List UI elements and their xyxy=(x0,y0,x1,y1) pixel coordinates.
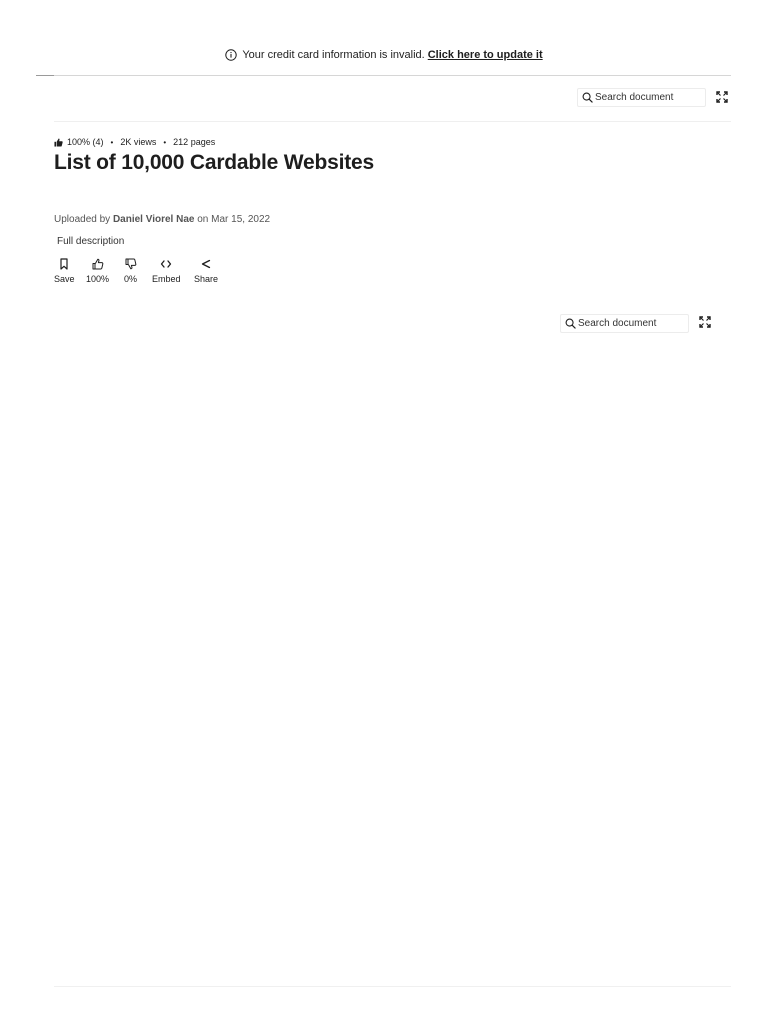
search-icon xyxy=(582,92,593,103)
uploaded-by-label: Uploaded by xyxy=(54,214,111,225)
separator-dot: • xyxy=(110,137,114,147)
info-icon xyxy=(225,49,238,61)
footer-divider xyxy=(54,986,731,987)
update-card-link[interactable]: Click here to update it xyxy=(428,49,543,61)
fullscreen-icon[interactable] xyxy=(699,316,711,328)
bookmark-icon xyxy=(60,258,68,270)
embed-label: Embed xyxy=(152,274,181,284)
author-link[interactable]: Daniel Viorel Nae xyxy=(113,214,195,225)
document-title: List of 10,000 Cardable Websites xyxy=(54,151,375,174)
top-search-box[interactable] xyxy=(577,88,706,107)
share-icon xyxy=(201,259,211,269)
embed-button[interactable]: Embed xyxy=(152,258,181,284)
share-button[interactable]: Share xyxy=(194,258,218,284)
upload-info: Uploaded by Daniel Viorel Nae on Mar 15,… xyxy=(54,214,270,225)
billing-alert-banner: Your credit card information is invalid.… xyxy=(0,46,768,64)
banner-message: Your credit card information is invalid. xyxy=(242,49,425,61)
dislike-percentage: 0% xyxy=(124,274,138,284)
document-stats: 100% (4) • 2K views • 212 pages xyxy=(54,137,215,147)
save-label: Save xyxy=(54,274,75,284)
page-count: 212 pages xyxy=(173,137,216,147)
thumbs-down-icon xyxy=(125,258,136,270)
document-actions: Save 100% 0% Embed Share xyxy=(0,258,768,288)
toolbar-divider xyxy=(54,121,731,122)
full-description-button[interactable]: Full description xyxy=(57,236,124,247)
like-percentage: 100% xyxy=(86,274,110,284)
share-label: Share xyxy=(194,274,219,284)
viewer-search-input[interactable] xyxy=(578,318,678,329)
top-search-input[interactable] xyxy=(595,92,695,103)
search-icon xyxy=(565,318,576,329)
thumbs-up-icon xyxy=(92,258,103,270)
like-button[interactable]: 100% xyxy=(86,258,109,284)
viewer-search-box[interactable] xyxy=(560,314,689,333)
fullscreen-icon[interactable] xyxy=(716,91,728,103)
code-icon xyxy=(161,260,172,268)
header-divider xyxy=(36,75,731,76)
dislike-button[interactable]: 0% xyxy=(124,258,137,284)
upload-date: on Mar 15, 2022 xyxy=(197,214,271,225)
separator-dot: • xyxy=(163,137,167,147)
document-page: Your credit card information is invalid.… xyxy=(0,0,768,1024)
views-count: 2K views xyxy=(120,137,157,147)
thumbs-up-filled-icon xyxy=(54,138,63,147)
header-divider-accent xyxy=(36,75,54,76)
save-button[interactable]: Save xyxy=(54,258,75,284)
rating-value: 100% (4) xyxy=(67,137,104,147)
